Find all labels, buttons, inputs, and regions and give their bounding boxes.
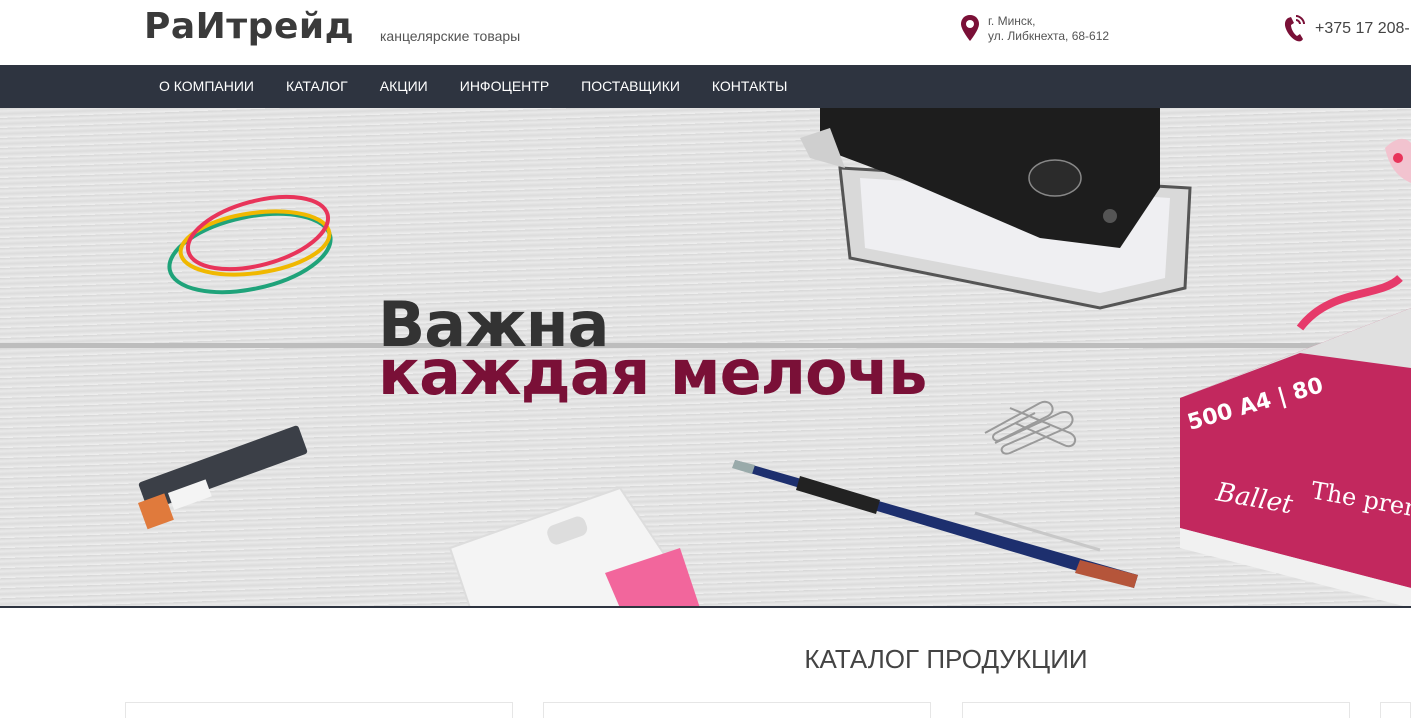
hero-banner: 500 A4 | 80 Ballet The premium Важна каж… xyxy=(0,108,1411,608)
ribbon-image xyxy=(1385,138,1411,183)
sticky-notes-image xyxy=(448,486,702,608)
pencil-leads-image xyxy=(137,425,308,530)
map-pin-icon xyxy=(961,15,979,41)
main-nav: О КОМПАНИИ КАТАЛОГ АКЦИИ ИНФОЦЕНТР ПОСТА… xyxy=(0,65,1411,108)
nav-item-catalog[interactable]: КАТАЛОГ xyxy=(286,65,348,108)
catalog-card[interactable] xyxy=(543,702,931,718)
catalog-card[interactable] xyxy=(1380,702,1411,718)
site-tagline: канцелярские товары xyxy=(380,28,521,44)
phone-number[interactable]: +375 17 208- xyxy=(1315,20,1410,38)
catalog-heading: КАТАЛОГ ПРОДУКЦИИ xyxy=(0,644,1411,675)
catalog-title: КАТАЛОГ ПРОДУКЦИИ xyxy=(804,644,1088,674)
nav-item-contacts[interactable]: КОНТАКТЫ xyxy=(712,65,788,108)
phone-icon xyxy=(1284,15,1305,42)
address: г. Минск, ул. Либкнехта, 68-612 xyxy=(988,14,1109,44)
rubber-bands-image xyxy=(167,194,333,295)
catalog-card[interactable] xyxy=(962,702,1350,718)
paper-ream-image: 500 A4 | 80 Ballet The premium xyxy=(1180,274,1411,608)
hole-punch-image xyxy=(800,108,1192,310)
address-line-2: ул. Либкнехта, 68-612 xyxy=(988,29,1110,43)
nav-item-suppliers[interactable]: ПОСТАВЩИКИ xyxy=(581,65,680,108)
site-header: РаИтрейд канцелярские товары г. Минск, у… xyxy=(0,0,1411,65)
hero-bottom-border xyxy=(0,606,1411,608)
nav-item-promotions[interactable]: АКЦИИ xyxy=(380,65,428,108)
catalog-card[interactable] xyxy=(125,702,513,718)
nav-item-about[interactable]: О КОМПАНИИ xyxy=(159,65,254,108)
address-line-1: г. Минск, xyxy=(988,14,1036,28)
nav-item-infocenter[interactable]: ИНФОЦЕНТР xyxy=(460,65,549,108)
site-logo[interactable]: РаИтрейд xyxy=(144,6,354,47)
hero-title-line-2: каждая мелочь xyxy=(378,336,927,409)
paper-clips-image xyxy=(984,400,1077,455)
mechanical-pencil-image xyxy=(732,460,1138,588)
